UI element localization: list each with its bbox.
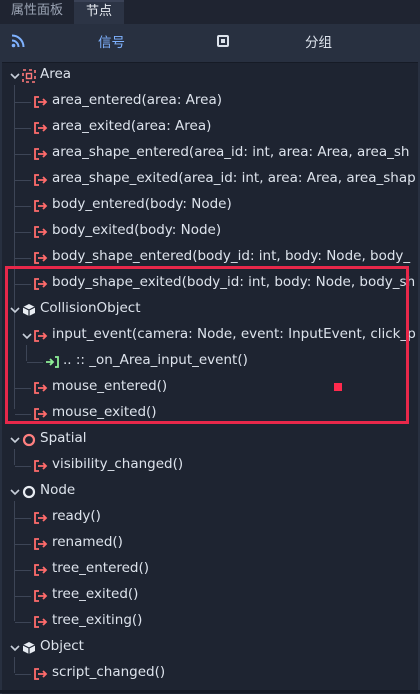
signal-arrow-icon: [34, 330, 48, 342]
signal-label: tree_exiting(): [52, 612, 143, 628]
signal-label: script_changed(): [52, 664, 166, 680]
signal-label: area_shape_exited(area_id: int, area: Ar…: [52, 170, 416, 186]
node-circle-icon: [22, 485, 36, 499]
signal-arrow-icon: [34, 96, 48, 108]
signal-row[interactable]: area_exited(area: Area): [2, 115, 418, 141]
category-object[interactable]: Object: [2, 635, 418, 661]
category-label: Node: [40, 482, 76, 498]
signal-row[interactable]: script_changed(): [2, 661, 418, 687]
signal-label: area_entered(area: Area): [52, 92, 222, 108]
signal-arrow-icon: [34, 174, 48, 186]
signal-label: area_exited(area: Area): [52, 118, 212, 134]
signal-row[interactable]: area_shape_entered(area_id: int, area: A…: [2, 141, 418, 167]
chevron-down-icon[interactable]: [10, 71, 20, 81]
signal-row[interactable]: ready(): [2, 505, 418, 531]
signal-label: input_event(camera: Node, event: InputEv…: [52, 326, 416, 342]
signal-row[interactable]: tree_exited(): [2, 583, 418, 609]
signal-arrow-icon: [34, 564, 48, 576]
signal-arrow-icon: [34, 252, 48, 264]
connection-label: .. :: _on_Area_input_event(): [63, 352, 248, 368]
signal-arrow-icon: [34, 382, 48, 394]
category-label: Area: [40, 66, 72, 82]
signal-arrow-icon: [34, 200, 48, 212]
signal-arrow-icon: [34, 668, 48, 680]
signal-row[interactable]: body_shape_entered(body_id: int, body: N…: [2, 245, 418, 271]
signal-row[interactable]: mouse_exited(): [2, 401, 418, 427]
category-collision-object[interactable]: CollisionObject: [2, 297, 418, 323]
signal-label: renamed(): [52, 534, 123, 550]
signal-label: visibility_changed(): [52, 456, 184, 472]
signal-row[interactable]: body_exited(body: Node): [2, 219, 418, 245]
cube-icon: [22, 304, 36, 316]
signal-label: ready(): [52, 508, 101, 524]
signal-tree: Area area_entered(area: Area) area_exite…: [2, 62, 418, 694]
signal-row[interactable]: input_event(camera: Node, event: InputEv…: [2, 323, 418, 349]
signal-row[interactable]: tree_exiting(): [2, 609, 418, 635]
signal-arrow-icon: [34, 148, 48, 160]
category-area[interactable]: Area: [2, 63, 418, 89]
signal-label: area_shape_entered(area_id: int, area: A…: [52, 144, 410, 160]
groups-mode-button[interactable]: 分组: [305, 31, 345, 51]
signal-arrow-icon: [34, 226, 48, 238]
chevron-down-icon[interactable]: [10, 487, 20, 497]
connection-row[interactable]: .. :: _on_Area_input_event(): [2, 349, 418, 375]
slot-connection-icon: [46, 356, 59, 368]
marker-dot: [334, 383, 342, 391]
category-spatial[interactable]: Spatial: [2, 427, 418, 453]
signal-row[interactable]: renamed(): [2, 531, 418, 557]
signal-row[interactable]: area_shape_exited(area_id: int, area: Ar…: [2, 167, 418, 193]
tab-node[interactable]: 节点: [74, 0, 124, 24]
tab-properties[interactable]: 属性面板: [0, 0, 74, 24]
signal-arrow-icon: [34, 512, 48, 524]
signals-mode-button[interactable]: 信号: [98, 31, 138, 51]
signal-arrow-icon: [34, 122, 48, 134]
chevron-down-icon[interactable]: [22, 331, 32, 341]
category-label: CollisionObject: [40, 300, 141, 316]
signal-label: mouse_entered(): [52, 378, 168, 394]
signal-row[interactable]: body_entered(body: Node): [2, 193, 418, 219]
signal-arrow-icon: [34, 408, 48, 420]
signal-arrow-icon: [34, 616, 48, 628]
dock-tabs: 属性面板 节点: [0, 0, 420, 24]
signal-label: body_entered(body: Node): [52, 196, 232, 212]
signal-row[interactable]: mouse_entered(): [2, 375, 418, 401]
signal-arrow-icon: [34, 278, 48, 290]
signal-label: body_shape_exited(body_id: int, body: No…: [52, 274, 416, 290]
cube-icon: [22, 642, 36, 654]
signal-row[interactable]: tree_entered(): [2, 557, 418, 583]
signal-label: tree_entered(): [52, 560, 150, 576]
signal-label: tree_exited(): [52, 586, 139, 602]
signal-row[interactable]: area_entered(area: Area): [2, 89, 418, 115]
signal-label: mouse_exited(): [52, 404, 157, 420]
category-label: Object: [40, 638, 84, 654]
signal-arrow-icon: [34, 460, 48, 472]
signal-row[interactable]: body_shape_exited(body_id: int, body: No…: [2, 271, 418, 297]
signal-arrow-icon: [34, 590, 48, 602]
area-icon: [22, 69, 36, 83]
chevron-down-icon[interactable]: [10, 305, 20, 315]
spatial-circle-icon: [22, 433, 36, 447]
category-label: Spatial: [40, 430, 87, 446]
signal-arrow-icon: [34, 538, 48, 550]
signal-label: body_exited(body: Node): [52, 222, 222, 238]
rss-signal-icon: [11, 34, 25, 48]
category-node[interactable]: Node: [2, 479, 418, 505]
mode-bar: 信号 分组: [0, 26, 420, 56]
chevron-down-icon[interactable]: [10, 435, 20, 445]
chevron-down-icon[interactable]: [10, 643, 20, 653]
signal-label: body_shape_entered(body_id: int, body: N…: [52, 248, 411, 264]
toggle-mode-icon[interactable]: [217, 35, 229, 47]
signal-row[interactable]: visibility_changed(): [2, 453, 418, 479]
